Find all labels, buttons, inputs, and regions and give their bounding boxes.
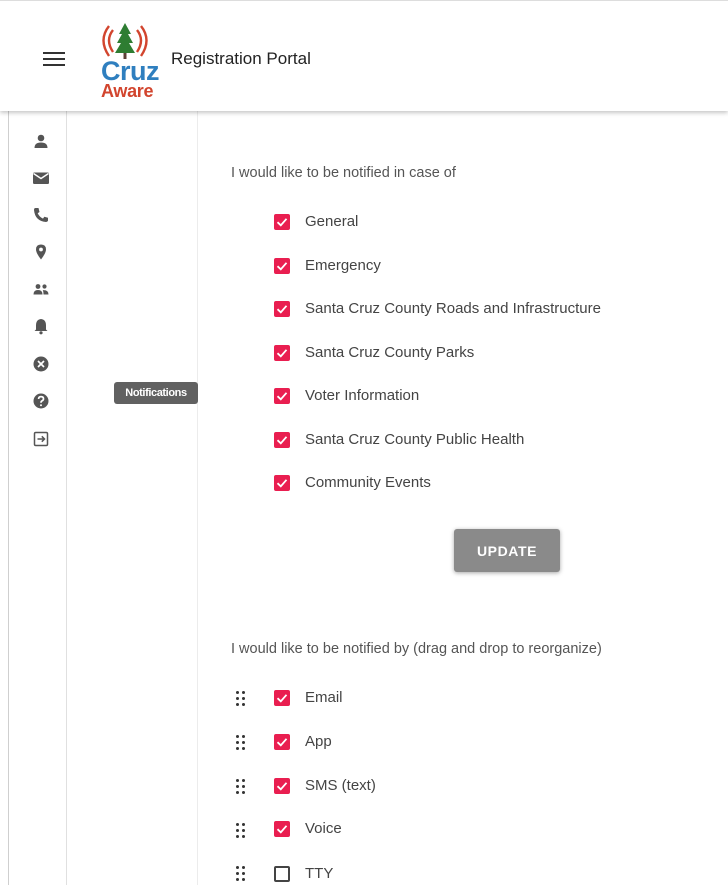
drag-handle-icon[interactable] — [236, 735, 248, 751]
person-icon[interactable] — [31, 131, 51, 151]
content-divider — [197, 110, 198, 885]
checkbox-label: Email — [305, 689, 343, 706]
checkbox-label: TTY — [305, 865, 334, 882]
phone-icon[interactable] — [31, 205, 51, 225]
cruzaware-logo: Cruz Aware — [97, 22, 160, 102]
bell-icon[interactable] — [31, 316, 51, 336]
checkbox-checked-icon[interactable] — [274, 690, 290, 706]
sidebar — [9, 110, 66, 885]
location-pin-icon[interactable] — [31, 242, 51, 262]
checkbox-label: App — [305, 733, 332, 750]
notifications-tooltip: Notifications — [114, 382, 198, 404]
checkbox-checked-icon[interactable] — [274, 345, 290, 361]
checkbox-checked-icon[interactable] — [274, 388, 290, 404]
checkbox-label: Voter Information — [305, 387, 420, 404]
checkbox-checked-icon[interactable] — [274, 214, 290, 230]
logo-text-aware: Aware — [101, 81, 154, 101]
checkbox-label: General — [305, 213, 359, 230]
group-icon[interactable] — [31, 279, 51, 299]
help-circle-icon[interactable] — [31, 391, 51, 411]
drag-handle-icon[interactable] — [236, 866, 248, 882]
checkbox-label: SMS (text) — [305, 777, 376, 794]
topics-heading: I would like to be notified in case of — [231, 165, 456, 181]
checkbox-label: Community Events — [305, 474, 431, 491]
checkbox-checked-icon[interactable] — [274, 734, 290, 750]
checkbox-checked-icon[interactable] — [274, 432, 290, 448]
checkbox-unchecked-icon[interactable] — [274, 866, 290, 882]
channels-heading: I would like to be notified by (drag and… — [231, 641, 602, 657]
logout-icon[interactable] — [31, 429, 51, 449]
checkbox-label: Santa Cruz County Public Health — [305, 431, 525, 448]
sidebar-divider — [66, 110, 67, 885]
checkbox-label: Santa Cruz County Roads and Infrastructu… — [305, 300, 601, 317]
checkbox-label: Santa Cruz County Parks — [305, 344, 475, 361]
envelope-icon[interactable] — [31, 168, 51, 188]
checkbox-checked-icon[interactable] — [274, 778, 290, 794]
checkbox-checked-icon[interactable] — [274, 821, 290, 837]
update-button[interactable]: UPDATE — [454, 529, 560, 572]
checkbox-label: Emergency — [305, 257, 381, 274]
drag-handle-icon[interactable] — [236, 691, 248, 707]
checkbox-checked-icon[interactable] — [274, 301, 290, 317]
checkbox-label: Voice — [305, 820, 342, 837]
cancel-circle-icon[interactable] — [31, 354, 51, 374]
page-title: Registration Portal — [171, 49, 311, 68]
drag-handle-icon[interactable] — [236, 779, 248, 795]
app-header: Cruz Aware Registration Portal — [0, 0, 728, 111]
drag-handle-icon[interactable] — [236, 823, 248, 839]
checkbox-checked-icon[interactable] — [274, 475, 290, 491]
hamburger-menu-icon[interactable] — [43, 52, 65, 68]
checkbox-checked-icon[interactable] — [274, 258, 290, 274]
